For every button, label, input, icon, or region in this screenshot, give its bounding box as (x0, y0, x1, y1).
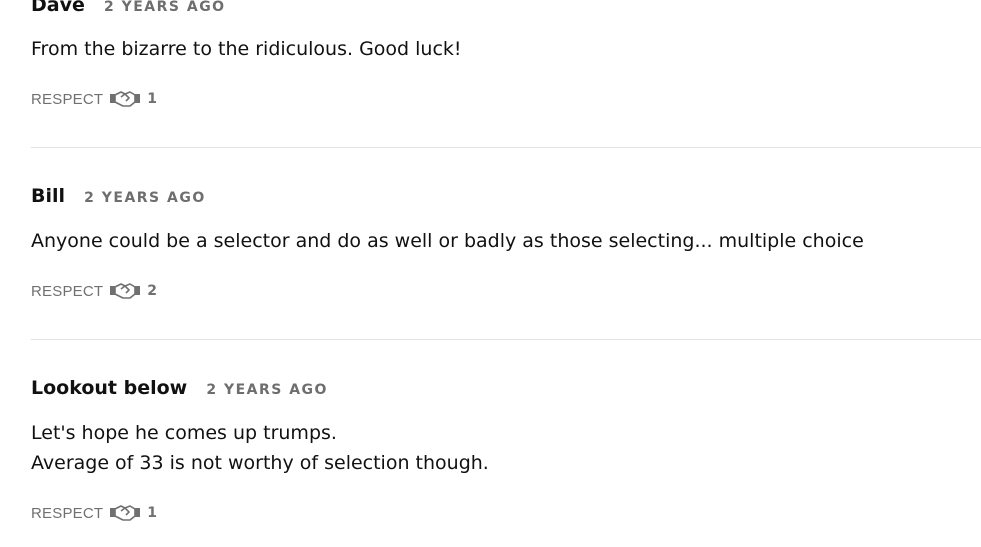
comment-timestamp: 2 YEARS AGO (206, 382, 328, 398)
comment-actions: RESPECT 1 (31, 88, 157, 110)
comment-header: Dave 2 YEARS AGO (31, 0, 226, 16)
comment-body-line: From the bizarre to the ridiculous. Good… (31, 38, 462, 60)
respect-label: RESPECT (31, 90, 104, 108)
respect-button[interactable]: RESPECT 1 (31, 88, 157, 110)
comment-actions: RESPECT 2 (31, 280, 157, 302)
respect-label: RESPECT (31, 282, 104, 300)
comment-body: Let's hope he comes up trumps. Average o… (31, 418, 489, 478)
comment-author[interactable]: Bill (31, 185, 65, 207)
respect-count: 1 (147, 505, 157, 521)
respect-count: 2 (147, 283, 157, 299)
handshake-icon (109, 88, 141, 110)
comment-timestamp: 2 YEARS AGO (103, 0, 226, 15)
respect-count: 1 (147, 91, 157, 107)
handshake-icon (109, 280, 141, 302)
respect-label: RESPECT (31, 504, 104, 522)
comment-divider (31, 147, 981, 148)
comment-author[interactable]: Lookout below (31, 377, 187, 399)
comment-header: Bill 2 YEARS AGO (31, 185, 206, 207)
comment-actions: RESPECT 1 (31, 502, 157, 524)
comment-divider (31, 339, 981, 340)
respect-button[interactable]: RESPECT 1 (31, 502, 157, 524)
comment-body-line: Average of 33 is not worthy of selection… (31, 452, 489, 474)
comment-timestamp: 2 YEARS AGO (84, 190, 206, 206)
comment-author[interactable]: Dave (31, 0, 85, 16)
comment-header: Lookout below 2 YEARS AGO (31, 377, 328, 399)
comment-body-line: Let's hope he comes up trumps. (31, 422, 337, 444)
comment-body-line: Anyone could be a selector and do as wel… (31, 230, 864, 252)
handshake-icon (109, 502, 141, 524)
comment-body: Anyone could be a selector and do as wel… (31, 226, 864, 256)
respect-button[interactable]: RESPECT 2 (31, 280, 157, 302)
comment-body: From the bizarre to the ridiculous. Good… (31, 34, 462, 64)
